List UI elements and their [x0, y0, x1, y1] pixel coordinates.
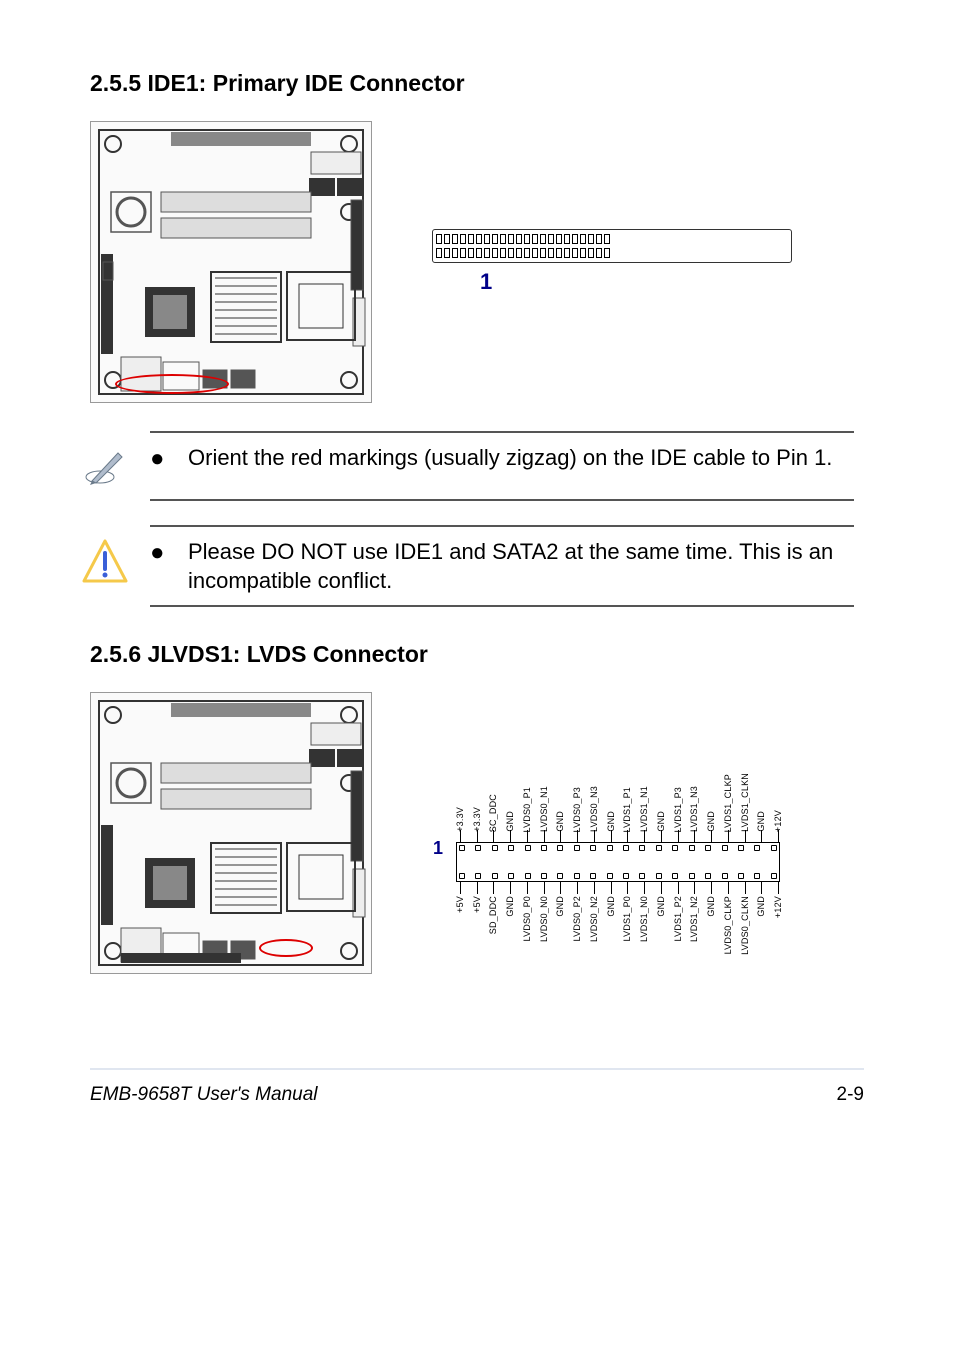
lvds-top-pin-label: LVDS0_P3 [572, 787, 582, 832]
lvds-bottom-pin-label: GND [656, 896, 666, 917]
motherboard-image-lvds [90, 692, 372, 974]
lvds-top-pin-label: LVDS0_P1 [522, 787, 532, 832]
lvds-top-pin-label: +3.3V [472, 807, 482, 832]
lvds-top-pin-label: GND [606, 811, 616, 832]
lvds-bottom-pin-label: GND [505, 896, 515, 917]
pen-icon [80, 443, 130, 489]
lvds-bottom-pin-label: LVDS0_P0 [522, 896, 532, 941]
lvds-top-pin-label: GND [505, 811, 515, 832]
lvds-bottom-pin-label: GND [606, 896, 616, 917]
lvds-bottom-pin-label: +12V [773, 896, 783, 918]
lvds-bottom-pin-label: GND [555, 896, 565, 917]
footer-page-number: 2-9 [837, 1084, 864, 1106]
lvds-bottom-pin-label: LVDS1_N0 [639, 896, 649, 942]
lvds-top-pin-label: GND [555, 811, 565, 832]
warning-icon [80, 537, 130, 587]
section1-title: 2.5.5 IDE1: Primary IDE Connector [90, 70, 864, 97]
lvds-bottom-pin-label: LVDS0_CLKP [723, 896, 733, 954]
lvds-bottom-pin-label: LVDS1_N2 [689, 896, 699, 942]
lvds-bottom-pin-label: GND [756, 896, 766, 917]
lvds-top-pin-label: LVDS1_P3 [673, 787, 683, 832]
lvds-bottom-pin-label: GND [706, 896, 716, 917]
lvds-top-pin-label: LVDS0_N3 [589, 786, 599, 832]
lvds-top-pin-label: LVDS1_CLKP [723, 774, 733, 832]
lvds-top-pin-label: LVDS1_CLKN [740, 773, 750, 832]
lvds-top-pin-label: LVDS0_N1 [539, 786, 549, 832]
page-footer: EMB-9658T User's Manual 2-9 [90, 1068, 864, 1106]
lvds-top-pin-label: +3.3V [455, 807, 465, 832]
lvds-bottom-pin-label: LVDS0_N2 [589, 896, 599, 942]
lvds-top-pin-label: LVDS1_P1 [622, 787, 632, 832]
lvds-top-pin-label: GND [656, 811, 666, 832]
lvds-bottom-pin-label: +5V [472, 896, 482, 913]
lvds-top-pin-label: GND [706, 811, 716, 832]
note-orient-markings: ● Orient the red markings (usually zigza… [150, 431, 854, 501]
lvds-bottom-pin-label: LVDS0_CLKN [740, 896, 750, 955]
lvds-bottom-pin-label: SD_DDC [488, 896, 498, 934]
section2-title: 2.5.6 JLVDS1: LVDS Connector [90, 641, 864, 668]
lvds-pinout-diagram: 1 +3.3V +3.3V SC_DDC GND LVDS0_P1 LVDS0_N1 GND… [408, 692, 828, 1012]
footer-manual-name: EMB-9658T User's Manual [90, 1084, 318, 1106]
lvds-pin1-label: 1 [433, 838, 443, 859]
note-incompatible-conflict: ● Please DO NOT use IDE1 and SATA2 at th… [150, 525, 854, 607]
lvds-bottom-pin-label: LVDS1_P2 [673, 896, 683, 941]
ide-pin1-label: 1 [480, 269, 792, 295]
lvds-top-pin-label: SC_DDC [488, 794, 498, 832]
lvds-bottom-pin-label: LVDS0_N0 [539, 896, 549, 942]
ide-connector-diagram: document.write(Array.from({length:22}).m… [432, 229, 792, 295]
lvds-top-pin-label: LVDS1_N1 [639, 786, 649, 832]
lvds-top-pin-label: GND [756, 811, 766, 832]
lvds-bottom-pin-label: +5V [455, 896, 465, 913]
lvds-top-pin-label: +12V [773, 810, 783, 832]
motherboard-image-ide [90, 121, 372, 403]
lvds-bottom-pin-label: LVDS0_P2 [572, 896, 582, 941]
lvds-bottom-pin-label: LVDS1_P0 [622, 896, 632, 941]
lvds-top-pin-label: LVDS1_N3 [689, 786, 699, 832]
